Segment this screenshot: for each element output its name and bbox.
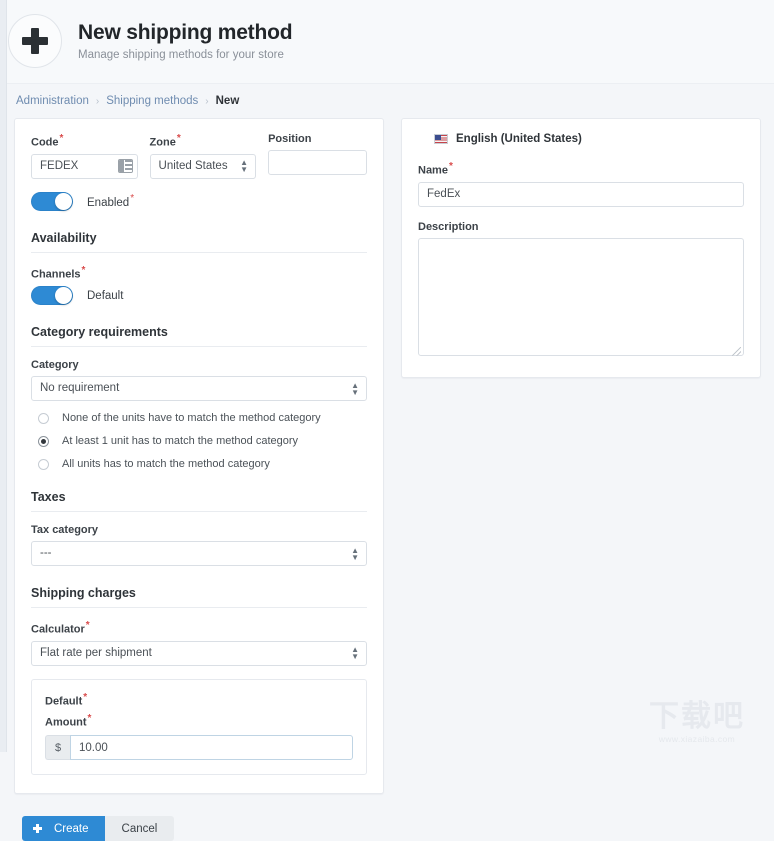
default-config-label: Default* [45, 692, 353, 708]
description-textarea[interactable] [418, 238, 744, 356]
name-label: Name* [418, 161, 744, 177]
category-requirements-heading: Category requirements [31, 325, 367, 347]
required-marker: * [449, 161, 453, 172]
code-label: Code* [31, 133, 138, 149]
breadcrumb-item-new: New [216, 95, 240, 107]
calculator-configuration-card: Default* Amount* $ [31, 679, 367, 775]
shipping-method-form-panel: Code* Zone* [14, 118, 384, 794]
default-channel-label: Default [87, 290, 123, 302]
enabled-toggle[interactable] [31, 192, 73, 211]
currency-symbol: $ [45, 735, 70, 760]
translations-panel: English (United States) Name* Descriptio… [401, 118, 761, 378]
language-header[interactable]: English (United States) [418, 133, 744, 145]
description-label: Description [418, 221, 744, 233]
plus-icon [33, 824, 42, 833]
required-marker: * [83, 692, 87, 703]
required-marker: * [60, 133, 64, 144]
taxes-heading: Taxes [31, 490, 367, 512]
identity-field-row: Code* Zone* [31, 133, 367, 179]
us-flag-icon [434, 134, 448, 144]
create-button-label: Create [54, 823, 89, 835]
page-header: New shipping method Manage shipping meth… [0, 0, 774, 84]
breadcrumb-separator-icon: › [96, 96, 99, 107]
name-input[interactable] [418, 182, 744, 207]
breadcrumb-item-administration[interactable]: Administration [16, 95, 89, 107]
page-title: New shipping method [78, 21, 292, 45]
zone-label: Zone* [150, 133, 257, 149]
calculator-label: Calculator* [31, 620, 367, 636]
amount-label: Amount* [45, 713, 353, 729]
default-channel-toggle[interactable] [31, 286, 73, 305]
default-channel-row: Default [31, 286, 367, 305]
required-marker: * [82, 265, 86, 276]
plus-icon [8, 14, 62, 68]
enabled-toggle-label: Enabled* [87, 193, 134, 209]
category-select[interactable]: No requirement [31, 376, 367, 401]
breadcrumb-separator-icon: › [205, 96, 208, 107]
cancel-button-label: Cancel [122, 823, 158, 835]
channels-label: Channels* [31, 265, 367, 281]
breadcrumb: Administration › Shipping methods › New [0, 84, 774, 118]
cancel-button[interactable]: Cancel [105, 816, 175, 841]
tax-category-select[interactable]: --- [31, 541, 367, 566]
code-generator-icon[interactable] [118, 159, 133, 173]
required-marker: * [88, 713, 92, 724]
required-marker: * [86, 620, 90, 631]
left-edge-strip [0, 0, 7, 752]
enabled-toggle-row: Enabled* [31, 192, 367, 211]
page-subtitle: Manage shipping methods for your store [78, 49, 292, 61]
radio-icon [38, 459, 49, 470]
form-actions: Create Cancel [0, 794, 774, 841]
required-marker: * [130, 193, 134, 204]
radio-icon-selected [38, 436, 49, 447]
category-match-option-none[interactable]: None of the units have to match the meth… [31, 412, 367, 424]
zone-select[interactable]: United States [150, 154, 257, 179]
category-match-option-at-least-one[interactable]: At least 1 unit has to match the method … [31, 435, 367, 447]
position-input[interactable] [268, 150, 367, 175]
shipping-charges-heading: Shipping charges [31, 586, 367, 608]
availability-heading: Availability [31, 231, 367, 253]
language-label: English (United States) [456, 133, 582, 145]
category-match-option-all[interactable]: All units has to match the method catego… [31, 458, 367, 470]
create-button[interactable]: Create [22, 816, 105, 841]
radio-icon [38, 413, 49, 424]
position-label: Position [268, 133, 367, 145]
calculator-select[interactable]: Flat rate per shipment [31, 641, 367, 666]
breadcrumb-item-shipping-methods[interactable]: Shipping methods [106, 95, 198, 107]
main-content: Code* Zone* [0, 118, 774, 794]
category-label: Category [31, 359, 367, 371]
tax-category-label: Tax category [31, 524, 367, 536]
required-marker: * [177, 133, 181, 144]
amount-input[interactable] [70, 735, 353, 760]
